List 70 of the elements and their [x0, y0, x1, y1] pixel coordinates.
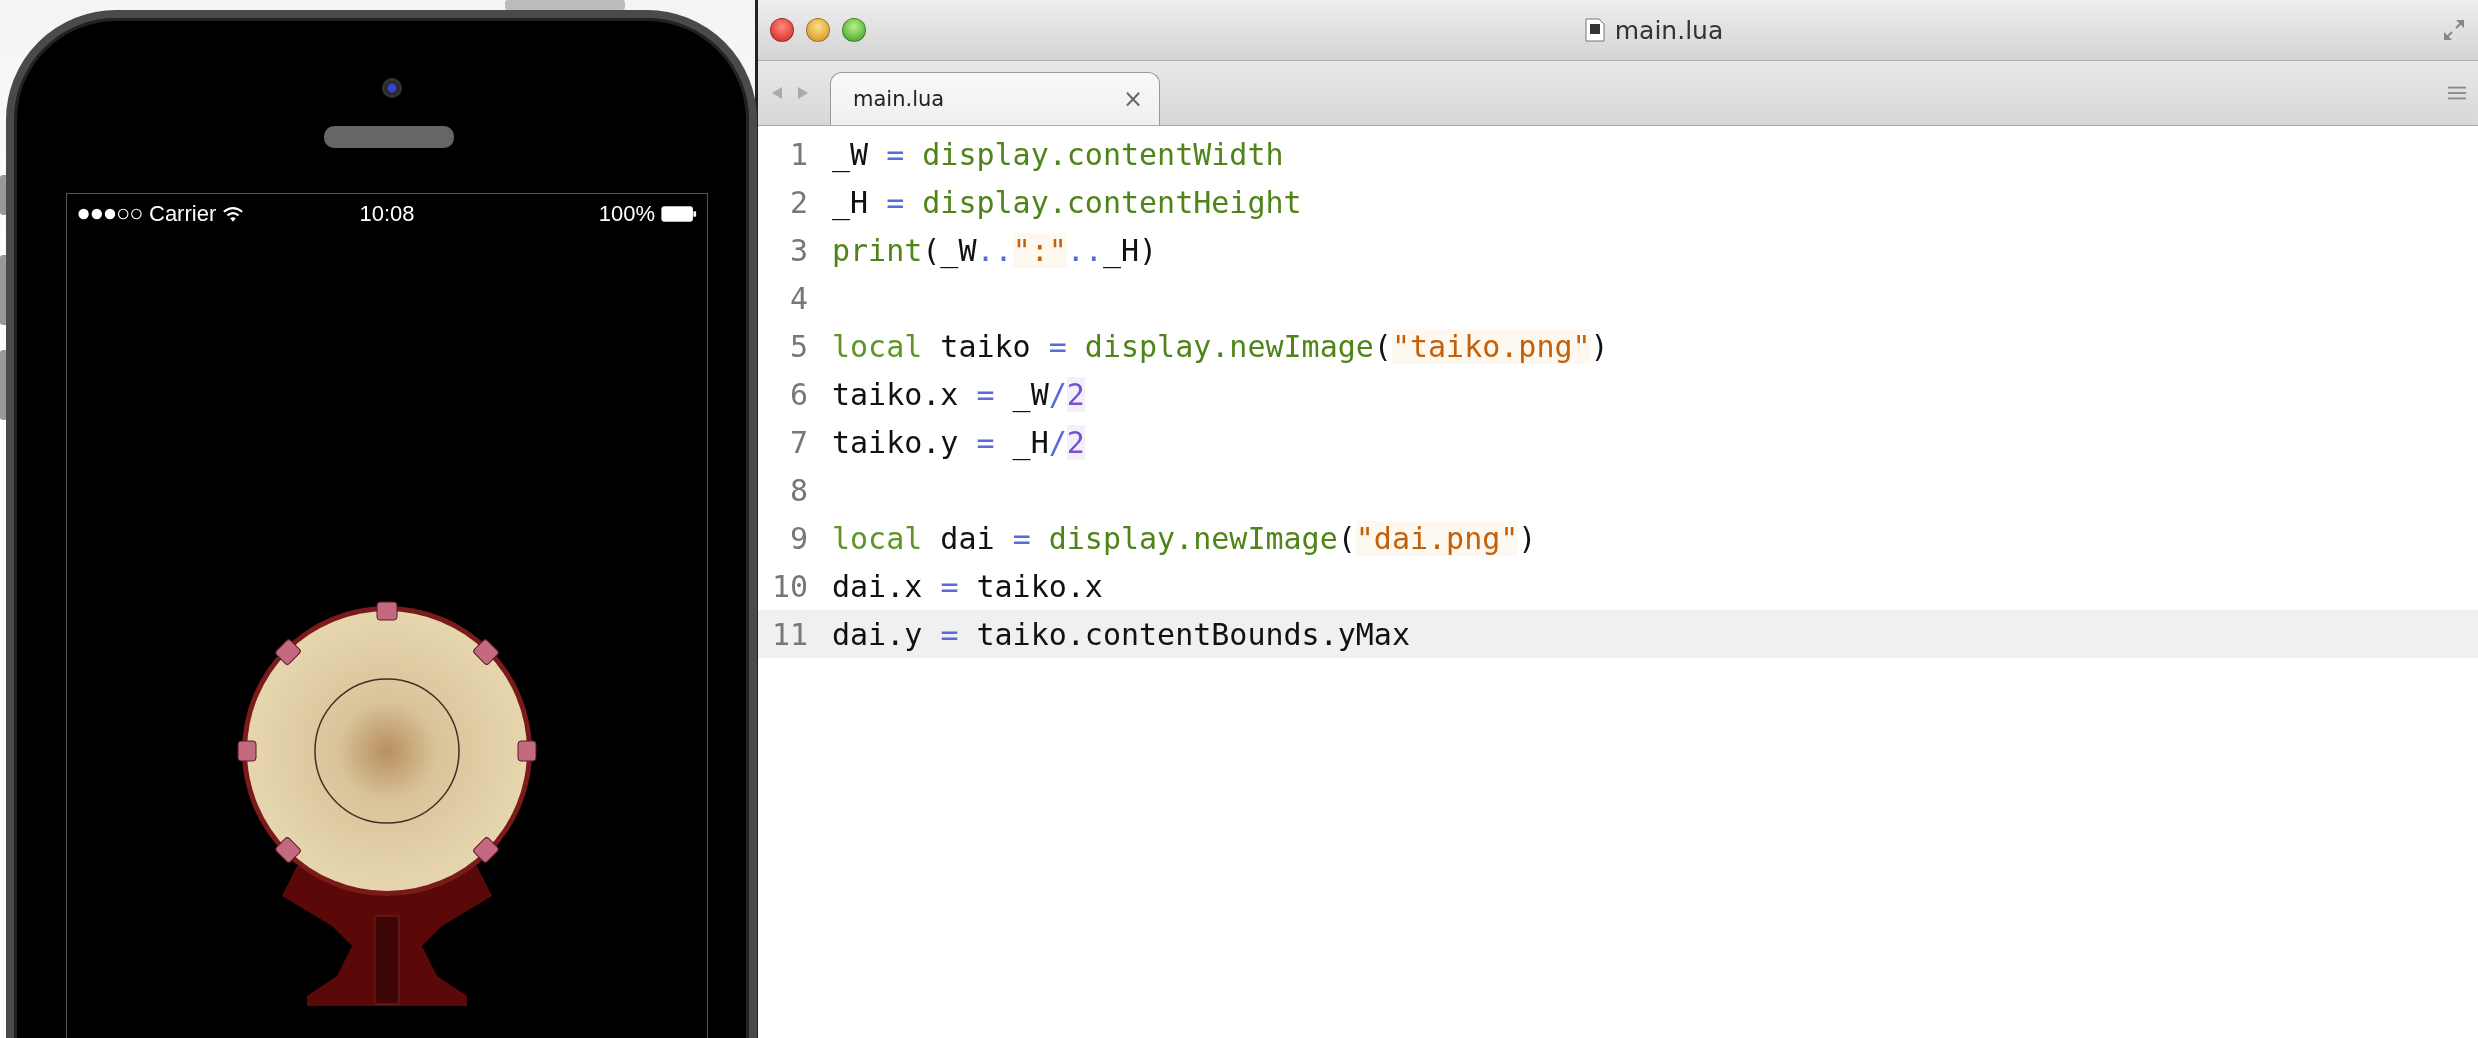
- code-text: dai.x: [832, 568, 924, 604]
- function-name: print: [832, 232, 923, 268]
- string-literal: "taiko.png": [1391, 328, 1591, 364]
- wifi-icon: [222, 205, 245, 223]
- file-icon: [1584, 18, 1605, 42]
- operator-text: ..: [976, 232, 1013, 268]
- operator-text: /: [1048, 376, 1067, 412]
- line-number: 5: [788, 328, 808, 364]
- code-text: _H: [832, 184, 870, 220]
- line-number: 8: [788, 472, 808, 508]
- line-number: 7: [788, 424, 808, 460]
- function-name: display.contentHeight: [921, 184, 1302, 220]
- zoom-window-button[interactable]: [842, 18, 866, 42]
- operator-text: =: [940, 616, 959, 652]
- file-tab[interactable]: main.lua ×: [830, 72, 1160, 125]
- string-literal: ":": [1012, 232, 1067, 268]
- code-text: dai: [939, 520, 996, 556]
- number-literal: 2: [1066, 376, 1085, 412]
- number-literal: 2: [1066, 424, 1085, 460]
- function-name: display.contentWidth: [921, 136, 1284, 172]
- code-text: taiko.x: [975, 568, 1103, 604]
- signal-dots-icon: [77, 207, 143, 221]
- code-text: (: [1337, 520, 1356, 556]
- battery-icon: [661, 205, 697, 223]
- code-text: taiko.contentBounds.yMax: [975, 616, 1410, 652]
- carrier-label: Carrier: [149, 201, 217, 227]
- menu-icon[interactable]: [2448, 85, 2466, 101]
- code-text: taiko.y: [832, 424, 960, 460]
- line-number: 10: [770, 568, 808, 604]
- camera-icon: [382, 78, 402, 98]
- battery-percent: 100%: [598, 201, 655, 227]
- code-text: (_W: [922, 232, 977, 268]
- code-text: _W: [1011, 376, 1049, 412]
- operator-text: ..: [1066, 232, 1103, 268]
- code-text: _H): [1102, 232, 1158, 268]
- code-text: _W: [832, 136, 870, 172]
- line-number: 4: [788, 280, 808, 316]
- code-text: (: [1373, 328, 1392, 364]
- fullscreen-icon[interactable]: [2442, 18, 2466, 42]
- close-tab-button[interactable]: ×: [1122, 85, 1143, 113]
- operator-text: =: [940, 568, 959, 604]
- code-text: ): [1518, 520, 1537, 556]
- close-window-button[interactable]: [770, 18, 794, 42]
- operator-text: =: [1012, 520, 1031, 556]
- line-number: 2: [788, 184, 808, 220]
- clock-time: 10:08: [359, 201, 415, 227]
- line-number: 9: [788, 520, 808, 556]
- code-text: _H: [1011, 424, 1049, 460]
- line-number: 3: [788, 232, 808, 268]
- keyword-text: local: [832, 328, 923, 364]
- function-name: display.newImage: [1083, 328, 1374, 364]
- code-text: dai.y: [832, 616, 924, 652]
- line-number: 11: [770, 616, 808, 652]
- line-number: 1: [788, 136, 808, 172]
- code-text: taiko: [939, 328, 1032, 364]
- operator-text: =: [1048, 328, 1067, 364]
- line-number: 6: [788, 376, 808, 412]
- operator-text: =: [976, 424, 995, 460]
- operator-text: =: [976, 376, 995, 412]
- function-name: display.newImage: [1047, 520, 1338, 556]
- code-text: ): [1590, 328, 1609, 364]
- operator-text: =: [886, 184, 905, 220]
- minimize-window-button[interactable]: [806, 18, 830, 42]
- keyword-text: local: [832, 520, 923, 556]
- operator-text: =: [886, 136, 905, 172]
- back-forward-icon[interactable]: [770, 85, 810, 101]
- operator-text: /: [1048, 424, 1067, 460]
- code-text: taiko.x: [832, 376, 960, 412]
- window-title: main.lua: [1614, 15, 1724, 45]
- string-literal: "dai.png": [1355, 520, 1519, 556]
